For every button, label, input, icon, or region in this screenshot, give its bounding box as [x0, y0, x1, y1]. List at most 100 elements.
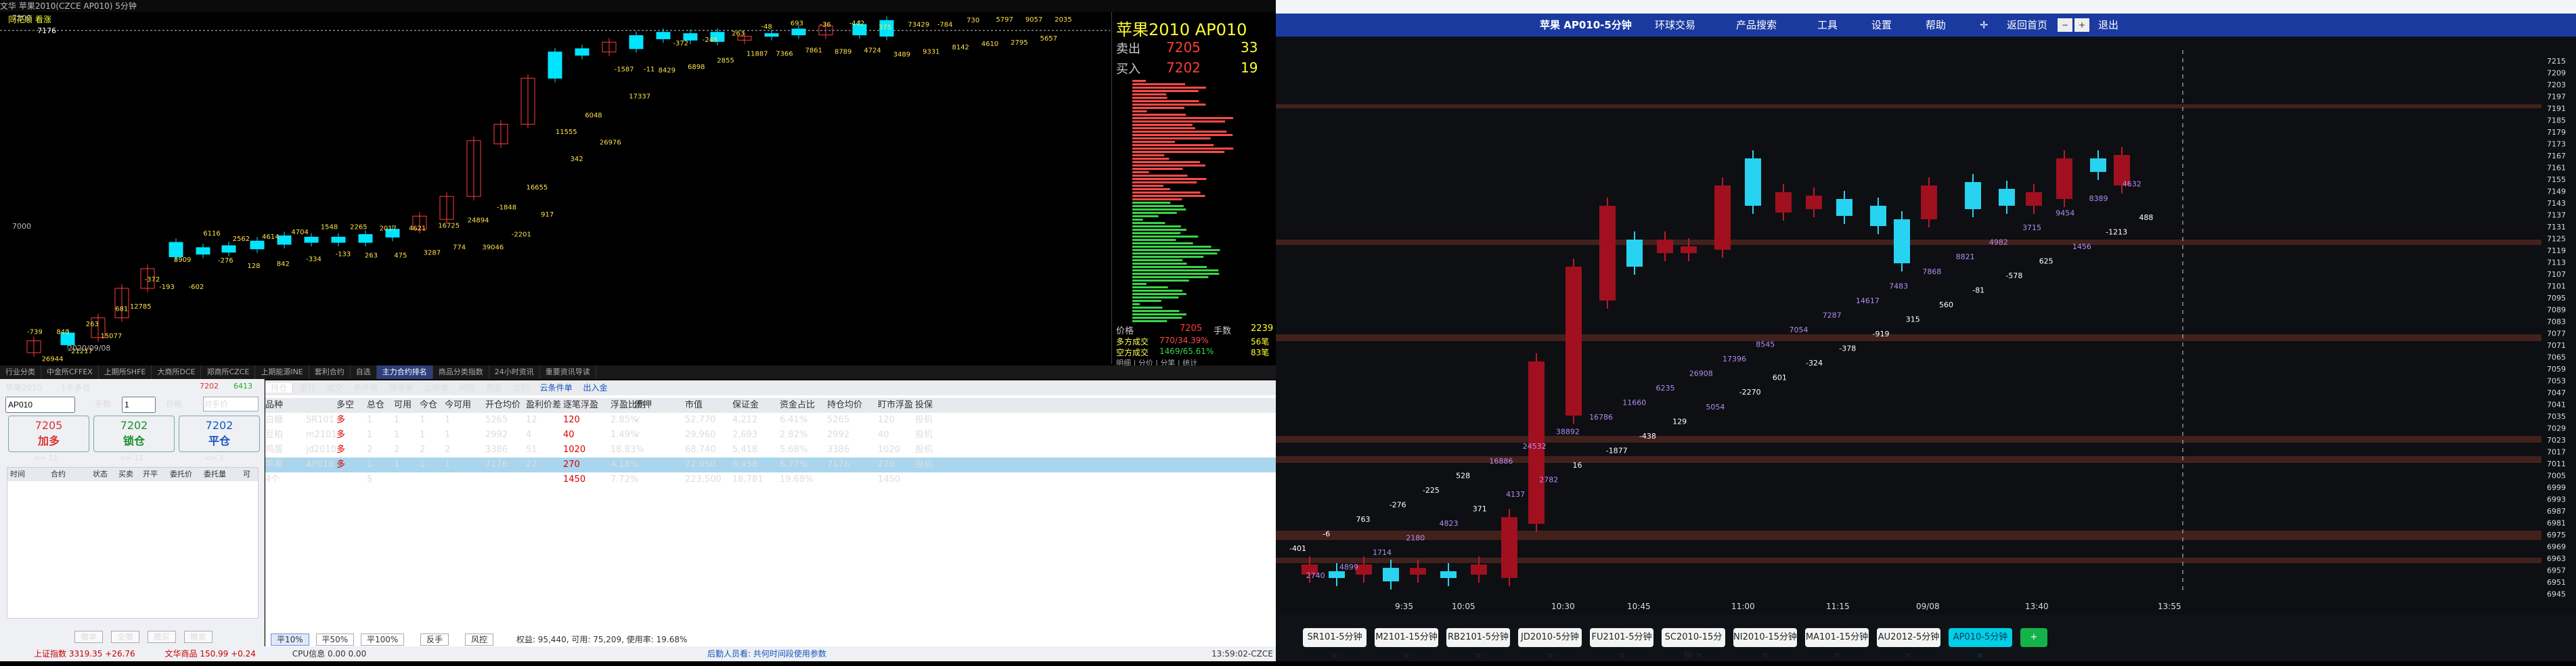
candle-body — [1999, 189, 2015, 206]
table-cell: 1020 — [878, 445, 901, 455]
tab-ine[interactable]: 上期能源INE — [255, 365, 309, 379]
nav-exit[interactable]: 退出 — [2098, 14, 2118, 37]
kline-chart[interactable]: 7200700071762020/09/08-73926944840212172… — [0, 12, 1110, 364]
tab-czce[interactable]: 郑商所CZCE — [201, 365, 256, 379]
candle-annotation: 6116 — [203, 230, 220, 238]
close-icon[interactable]: ✕ — [1547, 651, 1554, 661]
close-10-button[interactable]: 平10% — [271, 634, 309, 646]
tab-news-guide[interactable]: 重要资讯导读 — [540, 365, 596, 379]
candle-body — [250, 240, 265, 250]
tab-main-rank[interactable]: 主力合约排名 — [376, 365, 433, 379]
price-axis-label: 6957 — [2547, 567, 2566, 575]
tab-dce[interactable]: 大商所DCE — [152, 365, 202, 379]
table-row[interactable]: 苹果 AP010 多 1 1 1 1 7176 27 270 4.18% 72,050 6,458 6.7… — [265, 458, 1276, 472]
chip-sr101-5-[interactable]: SR101-5分钟 ✕ — [1303, 628, 1367, 661]
table-cell: 1 — [367, 415, 373, 425]
tab-cffex[interactable]: 中金所CFFEX — [41, 365, 99, 379]
symbol-code-input[interactable] — [5, 397, 75, 413]
table-total-row[interactable]: 4个 5 1450 7.72% 223,500 18,781 19.68% 1450 — [265, 472, 1276, 487]
positions-table[interactable]: 品种 多空 总仓 可用 今仓 今可用 开仓均价 盈利价差 逐笔浮盈 浮盈比例 质押 市值 保证金 资金占比… — [265, 398, 1276, 500]
crosshair-icon[interactable]: ✛ — [1980, 14, 1989, 37]
candle-annotation: -442 — [849, 20, 865, 28]
minus-icon[interactable]: − — [2058, 18, 2072, 32]
nav-product-search[interactable]: 产品搜索 — [1736, 14, 1777, 37]
nav-tools[interactable]: 工具 — [1817, 14, 1838, 37]
candle-annotation: 2180 — [1406, 534, 1425, 543]
order-list[interactable]: 时间 合约 状态 买卖 开平 委托价 委托量 可 — [7, 467, 259, 619]
table-row[interactable]: 白糖 SR101 多 1 1 1 1 5265 12 120 2.85% ✓ 52,770 4,212 6.… — [265, 413, 1276, 428]
cancel-buy-button[interactable]: 撤买 — [147, 631, 176, 643]
tab-commodity-index[interactable]: 商品分类指数 — [433, 365, 489, 379]
candle-annotation: -438 — [1639, 432, 1656, 441]
tab-cloud-conditional[interactable]: 云条件单 — [536, 383, 577, 393]
chip-sc2010-15-[interactable]: SC2010-15分钟 ✕ — [1662, 628, 1725, 661]
add-chip-button[interactable]: + — [2020, 628, 2047, 647]
chip-jd2010-5-[interactable]: JD2010-5分钟 ✕ — [1518, 628, 1582, 661]
table-cell: SR101 — [306, 415, 335, 425]
buy-open-button[interactable]: 7205 加多 — [8, 416, 89, 452]
tab-deposit[interactable]: 出入金 — [579, 383, 611, 393]
positions-header-cell: 资金占比 — [780, 400, 816, 410]
chip-ma101-15-[interactable]: MA101-15分钟 ✕ — [1805, 628, 1869, 661]
right-kline-chart[interactable]: 7215 7209 7203 7197 7191 7185 7179 7173 7167 7161… — [1276, 37, 2576, 615]
profile-bar-buy — [1132, 259, 1183, 261]
tab-contracts[interactable]: 合约 — [509, 383, 533, 393]
close-icon[interactable]: ✕ — [1693, 651, 1703, 661]
tab-conditional[interactable]: 条件单 — [350, 383, 382, 393]
close-icon[interactable]: ✕ — [1977, 651, 1984, 661]
close-position-button[interactable]: 7202 平仓 — [179, 416, 260, 452]
candle-annotation: -36 — [820, 22, 830, 29]
close-icon[interactable]: ✕ — [1905, 651, 1913, 661]
risk-button[interactable]: 风控 — [465, 634, 494, 646]
chip-au2012-5-[interactable]: AU2012-5分钟 ✕ — [1877, 628, 1940, 661]
close-icon[interactable]: ✕ — [1762, 651, 1769, 661]
price-type-select[interactable]: 对手价 — [203, 397, 259, 412]
close-100-button[interactable]: 平100% — [361, 634, 405, 646]
tab-stoploss[interactable]: 止损单 — [420, 383, 452, 393]
close-icon[interactable]: ✕ — [1834, 651, 1841, 661]
tab-24h-news[interactable]: 24小时资讯 — [489, 365, 540, 379]
cancel-button[interactable]: 撤单 — [74, 631, 104, 643]
close-icon[interactable]: ✕ — [1618, 651, 1626, 661]
tab-favorites[interactable]: 自选 — [351, 365, 377, 379]
qty-input[interactable] — [122, 397, 156, 413]
table-row[interactable]: 鸡蛋 jd2010 多 2 2 2 2 3386 51 1020 18.83% 68,740 5,418… — [265, 443, 1276, 458]
table-cell: 投机 — [915, 430, 933, 440]
cpu-status: CPU信息 0.00 0.00 — [292, 649, 367, 659]
close-icon[interactable]: ✕ — [1475, 651, 1482, 661]
close-50-button[interactable]: 平50% — [315, 634, 355, 646]
nav-home[interactable]: 返回首页 — [2007, 14, 2047, 37]
candle-annotation: 315 — [1906, 315, 1920, 324]
tab-shfe[interactable]: 上期所SHFE — [99, 365, 152, 379]
chip-rb2101-5-[interactable]: RB2101-5分钟 ✕ — [1446, 628, 1510, 661]
table-cell: 多 — [336, 445, 346, 455]
cancel-sell-button[interactable]: 撤卖 — [183, 631, 213, 643]
profile-bar-sell — [1132, 198, 1182, 200]
table-cell: 1 — [445, 430, 451, 440]
nav-help[interactable]: 帮助 — [1926, 14, 1946, 37]
tab-trades[interactable]: 成交 — [323, 383, 347, 393]
chip-fu2101-5-[interactable]: FU2101-5分钟 ✕ — [1590, 628, 1653, 661]
close-icon[interactable]: ✕ — [1331, 651, 1339, 661]
tab-positions[interactable]: 持仓 — [265, 383, 294, 393]
candle-annotation: 8429 — [659, 67, 675, 74]
lock-button[interactable]: 7202 锁仓 — [93, 416, 175, 452]
candle-annotation: 73429 — [908, 22, 929, 29]
index-status: 上证指数 3319.35 +26.76 — [34, 649, 135, 659]
cancel-all-button[interactable]: 全撤 — [110, 631, 139, 643]
time-axis-label: 10:45 — [1627, 602, 1651, 611]
plus-icon[interactable]: + — [2074, 18, 2089, 32]
chip-ap010-5-[interactable]: AP010-5分钟 ✕ — [1949, 628, 2012, 661]
chip-m2101-15-[interactable]: M2101-15分钟 ✕ — [1375, 628, 1438, 661]
tab-funds[interactable]: 资金 — [482, 383, 506, 393]
reverse-button[interactable]: 反手 — [420, 634, 449, 646]
tab-arb[interactable]: 套利合约 — [309, 365, 351, 379]
nav-settings[interactable]: 设置 — [1871, 14, 1892, 37]
tab-orders[interactable]: 委托 — [296, 383, 320, 393]
tab-industry[interactable]: 行业分类 — [0, 365, 41, 379]
chip-ni2010-15-[interactable]: NI2010-15分钟 ✕ — [1733, 628, 1797, 661]
table-row[interactable]: 豆粕 m2101 多 1 1 1 1 2992 4 40 1.49% ✓ 29,960 2,693 2.82… — [265, 428, 1276, 443]
tab-risk[interactable]: 风控 — [455, 383, 479, 393]
close-icon[interactable]: ✕ — [1403, 651, 1411, 661]
tab-preset[interactable]: 预埋单 — [384, 383, 417, 393]
